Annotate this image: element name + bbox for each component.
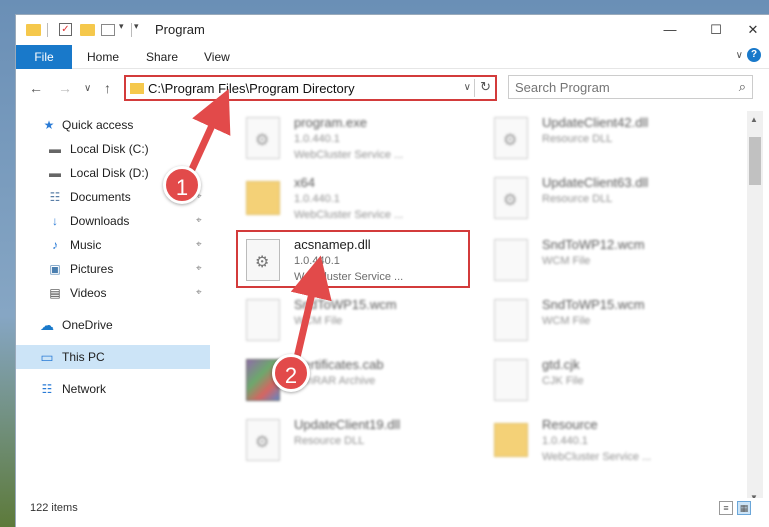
- callout-step-1: 1: [163, 166, 201, 204]
- annotation-arrows: [184, 88, 332, 363]
- arrow-1: [184, 88, 231, 180]
- arrow-2: [290, 255, 332, 363]
- callout-step-2: 2: [272, 354, 310, 392]
